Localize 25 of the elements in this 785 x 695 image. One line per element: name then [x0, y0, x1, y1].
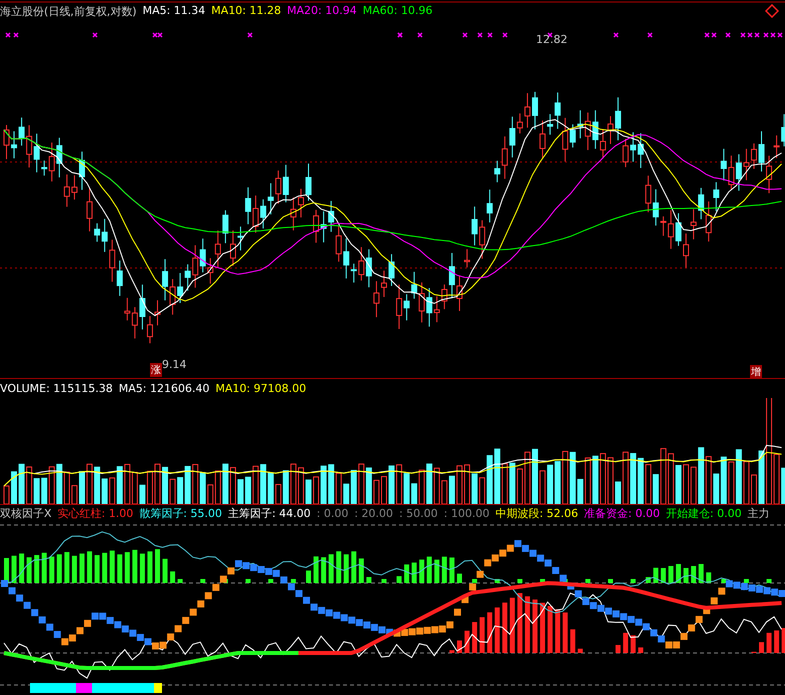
indicator-value: VOLUME: 115115.38: [0, 382, 113, 394]
chart-title: 海立股份(日线,前复权,对数): [0, 4, 137, 19]
diamond-icon: [765, 4, 779, 18]
indicator-value: 散筹因子: 55.00: [139, 506, 222, 521]
indicator-value: : 20.00: [354, 507, 394, 520]
indicator-value: 主力: [748, 506, 770, 521]
indicator-title: 双核因子X: [0, 506, 52, 521]
indicator-value: : 0.00: [316, 507, 348, 520]
indicator-value: MA5: 121606.40: [118, 382, 210, 394]
price-label: 9.14: [162, 358, 186, 371]
indicator-value: MA60: 10.96: [362, 4, 432, 19]
indicator-value: 开始建仓: 0.00: [666, 506, 742, 521]
indicator-value: 实心红柱: 1.00: [58, 506, 134, 521]
indicator-value: 主筹因子: 44.00: [228, 506, 311, 521]
indicator-value: : 50.00: [399, 507, 438, 520]
price-label: 12.82: [536, 33, 568, 46]
indicator-value: MA20: 10.94: [287, 4, 357, 19]
indicator-value: MA10: 11.28: [211, 4, 282, 19]
indicator-value: 准备资金: 0.00: [584, 506, 660, 521]
indicator-value: MA5: 11.34: [142, 4, 206, 19]
indicator-value: MA10: 97108.00: [215, 382, 306, 394]
indicator-value: : 100.00: [444, 507, 490, 520]
indicator-value: 中期波段: 52.06: [495, 506, 578, 521]
signal-badge: 增: [750, 365, 762, 379]
signal-badge: 涨: [150, 363, 162, 377]
